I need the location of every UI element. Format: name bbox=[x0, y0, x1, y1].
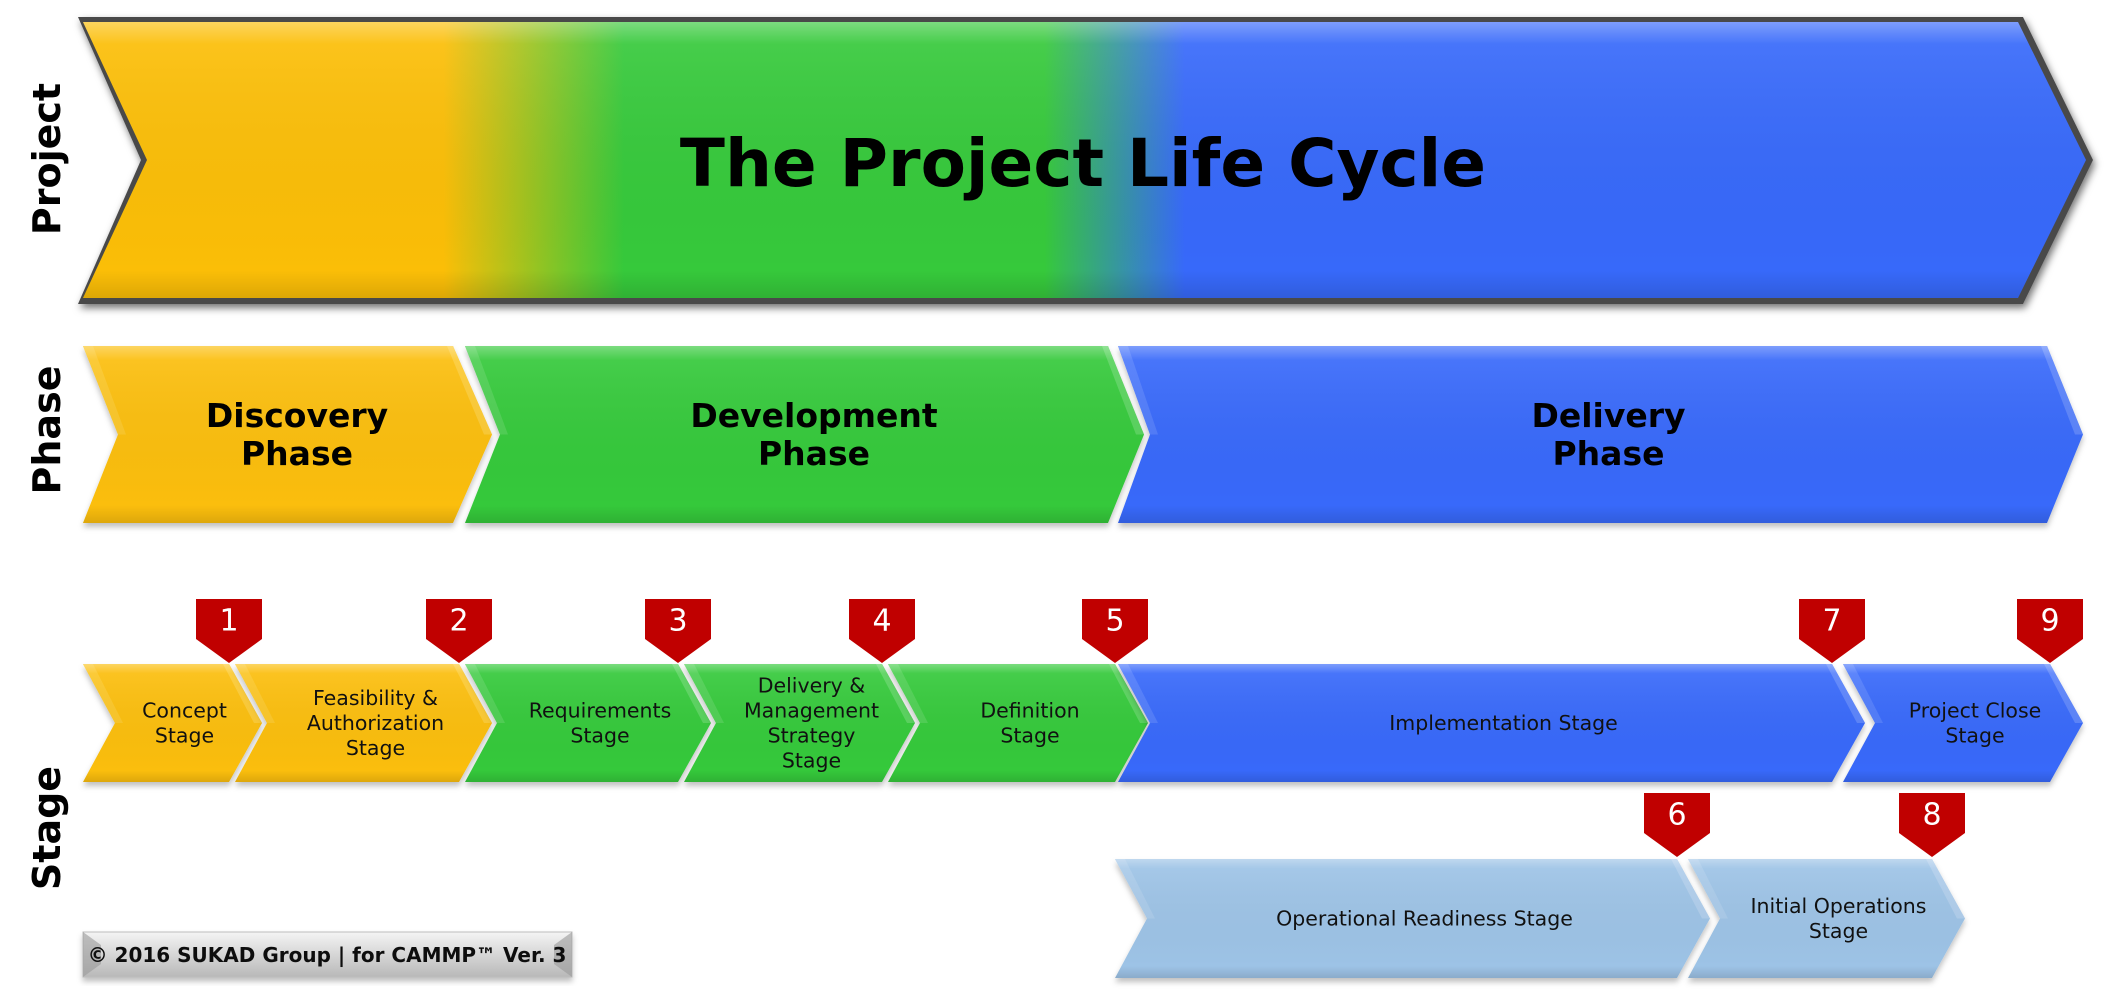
milestone-8: 8 bbox=[1899, 793, 1965, 857]
stage-implementation-label-line: Implementation Stage bbox=[1389, 711, 1618, 735]
stage-delivery-management-strategy-label-line: Delivery & bbox=[758, 674, 866, 698]
stage-delivery-management-strategy-label-line: Stage bbox=[782, 749, 841, 773]
copyright-badge: © 2016 SUKAD Group | for CAMMP™ Ver. 3 bbox=[82, 931, 573, 978]
milestone-number: 3 bbox=[668, 604, 687, 639]
stage-project-close: Project CloseStage bbox=[1843, 664, 2083, 782]
stage-concept-label-line: Stage bbox=[155, 724, 214, 748]
milestone-number: 4 bbox=[872, 604, 891, 639]
stage-definition: DefinitionStage bbox=[888, 664, 1148, 782]
operations-stage-row: Operational Readiness Stage Initial Opera… bbox=[1115, 859, 1965, 978]
stage-initial-operations-label-line: Initial Operations bbox=[1751, 894, 1927, 918]
stage-concept: ConceptStage bbox=[83, 664, 262, 782]
milestone-number: 2 bbox=[449, 604, 468, 639]
stage-feasibility-authorization-label-line: Feasibility & bbox=[313, 686, 438, 710]
milestone-1: 1 bbox=[196, 599, 262, 663]
stage-requirements-label-line: Stage bbox=[570, 724, 629, 748]
stage-row: ConceptStageFeasibility &AuthorizationSt… bbox=[83, 664, 2083, 782]
phase-development: DevelopmentPhase bbox=[465, 346, 1144, 523]
stage-feasibility-authorization-label-line: Authorization bbox=[307, 711, 444, 735]
milestone-9: 9 bbox=[2017, 599, 2083, 663]
stage-operational-readiness-label-line: Operational Readiness Stage bbox=[1276, 907, 1573, 931]
stage-delivery-management-strategy-label-line: Strategy bbox=[768, 724, 856, 748]
stage-definition-label-line: Definition bbox=[980, 699, 1079, 723]
milestone-2: 2 bbox=[426, 599, 492, 663]
milestone-3: 3 bbox=[645, 599, 711, 663]
milestone-number: 9 bbox=[2040, 604, 2059, 639]
stage-project-close-label-line: Stage bbox=[1945, 724, 2004, 748]
stage-delivery-management-strategy: Delivery &ManagementStrategyStage bbox=[684, 664, 915, 782]
stage-feasibility-authorization: Feasibility &AuthorizationStage bbox=[235, 664, 492, 782]
phase-delivery: DeliveryPhase bbox=[1118, 346, 2083, 523]
milestone-6: 6 bbox=[1644, 793, 1710, 857]
row-label-phase: Phase bbox=[25, 366, 69, 495]
milestone-5: 5 bbox=[1082, 599, 1148, 663]
stage-definition-label-line: Stage bbox=[1000, 724, 1059, 748]
stage-implementation: Implementation Stage bbox=[1118, 664, 1865, 782]
stage-feasibility-authorization-label-line: Stage bbox=[346, 736, 405, 760]
phase-development-label-line: Development bbox=[690, 396, 938, 435]
stage-concept-label-line: Concept bbox=[142, 699, 227, 723]
stage-initial-operations: Initial OperationsStage bbox=[1688, 859, 1965, 978]
project-life-cycle-diagram: Project Phase Stage The Project Life Cyc… bbox=[25, 17, 2093, 978]
phase-delivery-label-line: Phase bbox=[1553, 434, 1665, 473]
phase-discovery-label-line: Discovery bbox=[206, 396, 388, 435]
phase-row: DiscoveryPhaseDevelopmentPhaseDeliveryPh… bbox=[83, 346, 2083, 523]
row-label-stage: Stage bbox=[25, 766, 69, 890]
diagram-title: The Project Life Cycle bbox=[680, 125, 1486, 202]
stage-initial-operations-label-line: Stage bbox=[1809, 919, 1868, 943]
project-arrow: The Project Life Cycle bbox=[78, 17, 2093, 304]
stage-requirements-label-line: Requirements bbox=[529, 699, 672, 723]
phase-development-label-line: Phase bbox=[758, 434, 870, 473]
milestone-number: 8 bbox=[1922, 798, 1941, 833]
milestone-number: 5 bbox=[1105, 604, 1124, 639]
milestone-number: 1 bbox=[219, 604, 238, 639]
row-label-project: Project bbox=[25, 83, 69, 235]
milestone-number: 7 bbox=[1822, 604, 1841, 639]
stage-requirements: RequirementsStage bbox=[465, 664, 711, 782]
milestone-4: 4 bbox=[849, 599, 915, 663]
stage-delivery-management-strategy-label-line: Management bbox=[744, 699, 879, 723]
phase-discovery: DiscoveryPhase bbox=[83, 346, 492, 523]
copyright-text: © 2016 SUKAD Group | for CAMMP™ Ver. 3 bbox=[88, 943, 567, 967]
phase-delivery-label-line: Delivery bbox=[1531, 396, 1685, 435]
milestone-7: 7 bbox=[1799, 599, 1865, 663]
phase-discovery-label-line: Phase bbox=[241, 434, 353, 473]
milestone-number: 6 bbox=[1667, 798, 1686, 833]
stage-operational-readiness: Operational Readiness Stage bbox=[1115, 859, 1710, 978]
stage-project-close-label-line: Project Close bbox=[1909, 699, 2042, 723]
